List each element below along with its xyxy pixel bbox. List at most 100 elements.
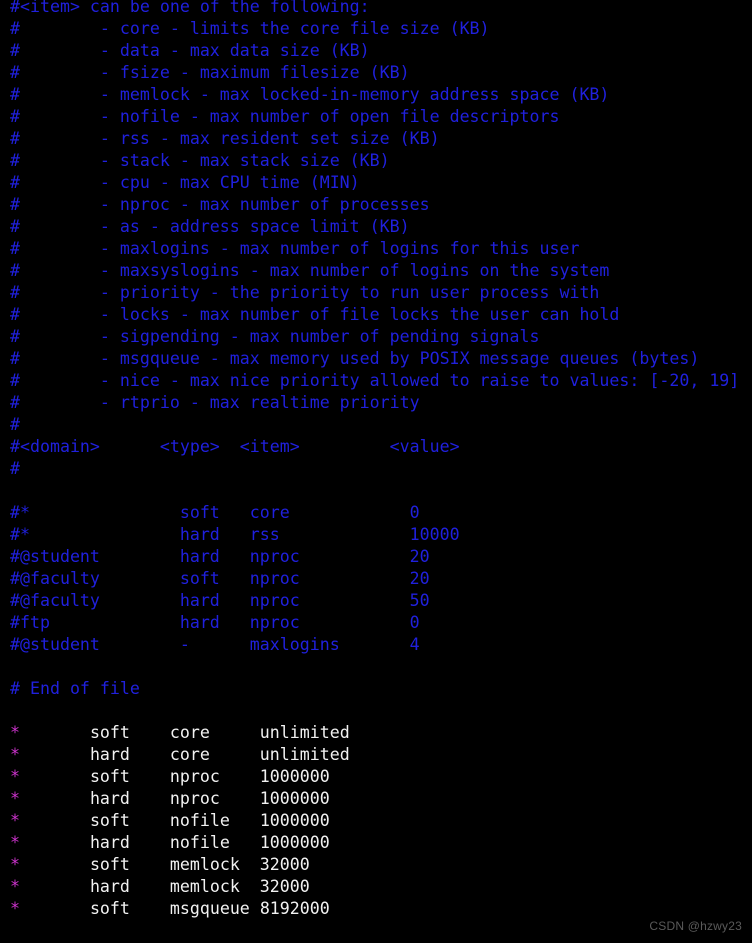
csdn-watermark: CSDN @hzwy23 — [649, 919, 742, 933]
comment-line-5-text: # - nofile - max number of open file des… — [10, 107, 560, 126]
example-rule-4-text: #@faculty hard nproc 50 — [10, 591, 430, 610]
active-rule-row: * soft core unlimited — [0, 722, 752, 744]
rule-value: unlimited — [259, 745, 350, 764]
rule-spacer — [130, 855, 170, 874]
rule-spacer — [250, 899, 260, 918]
rule-domain: * — [10, 833, 20, 852]
comment-line-4: # - memlock - max locked-in-memory addre… — [0, 84, 752, 106]
file-content-area[interactable]: #<item> can be one of the following: # - … — [0, 0, 752, 920]
rule-item: nofile — [169, 833, 230, 852]
rule-item: core — [169, 723, 210, 742]
comment-line-3-text: # - fsize - maximum filesize (KB) — [10, 63, 410, 82]
comment-line-17: # - nice - max nice priority allowed to … — [0, 370, 752, 392]
rule-value: 1000000 — [259, 767, 330, 786]
comment-line-19: # — [0, 414, 752, 436]
rule-domain: * — [10, 899, 20, 918]
rule-item: nproc — [169, 767, 220, 786]
rule-domain: * — [10, 877, 20, 896]
rule-spacer — [20, 745, 90, 764]
rule-value: 32000 — [259, 877, 310, 896]
rule-item: msgqueue — [169, 899, 250, 918]
rule-spacer — [230, 833, 260, 852]
comment-line-18-text: # - rtprio - max realtime priority — [10, 393, 420, 412]
rule-type: hard — [89, 833, 130, 852]
comment-line-8-text: # - cpu - max CPU time (MIN) — [10, 173, 360, 192]
rule-domain: * — [10, 767, 20, 786]
active-rule-row: * hard nproc 1000000 — [0, 788, 752, 810]
comment-line-15-text: # - sigpending - max number of pending s… — [10, 327, 540, 346]
comment-line-1-text: # - core - limits the core file size (KB… — [10, 19, 490, 38]
rule-item: core — [169, 745, 210, 764]
rule-item: memlock — [169, 877, 240, 896]
comment-line-19-text: # — [10, 415, 20, 434]
rule-domain: * — [10, 723, 20, 742]
example-rule-0-text: #* soft core 0 — [10, 503, 420, 522]
rule-spacer — [230, 811, 260, 830]
rule-domain: * — [10, 745, 20, 764]
rule-type: hard — [89, 789, 130, 808]
rule-spacer — [210, 723, 260, 742]
comment-line-9-text: # - nproc - max number of processes — [10, 195, 430, 214]
rule-spacer — [20, 789, 90, 808]
rule-item: nproc — [169, 789, 220, 808]
example-rule-5: #ftp hard nproc 0 — [0, 612, 752, 634]
example-rule-6-text: #@student - maxlogins 4 — [10, 635, 420, 654]
comment-line-16: # - msgqueue - max memory used by POSIX … — [0, 348, 752, 370]
comment-line-18: # - rtprio - max realtime priority — [0, 392, 752, 414]
rule-value: 1000000 — [259, 811, 330, 830]
rule-value: 1000000 — [259, 833, 330, 852]
rule-value: 32000 — [259, 855, 310, 874]
example-rule-3: #@faculty soft nproc 20 — [0, 568, 752, 590]
comment-line-12: # - maxsyslogins - max number of logins … — [0, 260, 752, 282]
active-rule-row: * soft msgqueue 8192000 — [0, 898, 752, 920]
example-rule-1: #* hard rss 10000 — [0, 524, 752, 546]
comment-line-6-text: # - rss - max resident set size (KB) — [10, 129, 440, 148]
comment-line-7: # - stack - max stack size (KB) — [0, 150, 752, 172]
active-rule-row: * hard nofile 1000000 — [0, 832, 752, 854]
rule-domain: * — [10, 855, 20, 874]
rule-spacer — [210, 745, 260, 764]
comment-line-5: # - nofile - max number of open file des… — [0, 106, 752, 128]
comment-line-14: # - locks - max number of file locks the… — [0, 304, 752, 326]
rule-spacer — [130, 745, 170, 764]
rule-value: 8192000 — [259, 899, 330, 918]
rule-spacer — [130, 767, 170, 786]
comment-line-0-text: #<item> can be one of the following: — [10, 0, 370, 16]
rule-type: soft — [89, 723, 130, 742]
rule-spacer — [130, 899, 170, 918]
example-rule-0: #* soft core 0 — [0, 502, 752, 524]
example-rule-6: #@student - maxlogins 4 — [0, 634, 752, 656]
comment-line-2: # - data - max data size (KB) — [0, 40, 752, 62]
rule-spacer — [20, 899, 90, 918]
example-rule-3-text: #@faculty soft nproc 20 — [10, 569, 430, 588]
rule-type: soft — [89, 899, 130, 918]
rule-spacer — [130, 789, 170, 808]
rule-domain: * — [10, 811, 20, 830]
example-rule-1-text: #* hard rss 10000 — [10, 525, 460, 544]
comment-line-11-text: # - maxlogins - max number of logins for… — [10, 239, 580, 258]
rule-type: soft — [89, 811, 130, 830]
example-rule-5-text: #ftp hard nproc 0 — [10, 613, 420, 632]
comment-line-3: # - fsize - maximum filesize (KB) — [0, 62, 752, 84]
rule-type: hard — [89, 877, 130, 896]
rule-spacer — [130, 877, 170, 896]
comment-line-12-text: # - maxsyslogins - max number of logins … — [10, 261, 610, 280]
comment-line-14-text: # - locks - max number of file locks the… — [10, 305, 620, 324]
column-header-comment-text: #<domain> <type> <item> <value> — [10, 437, 460, 456]
rule-type: hard — [89, 745, 130, 764]
rule-type: soft — [89, 855, 130, 874]
comment-line-0: #<item> can be one of the following: — [0, 0, 752, 18]
rule-value: 1000000 — [259, 789, 330, 808]
rule-spacer — [20, 833, 90, 852]
rule-spacer — [220, 767, 260, 786]
rule-spacer — [220, 789, 260, 808]
rule-spacer — [130, 833, 170, 852]
rule-item: memlock — [169, 855, 240, 874]
end-of-file-comment-text: # End of file — [10, 679, 140, 698]
comment-line-17-text: # - nice - max nice priority allowed to … — [10, 371, 740, 390]
comment-line-4-text: # - memlock - max locked-in-memory addre… — [10, 85, 610, 104]
comment-line-9: # - nproc - max number of processes — [0, 194, 752, 216]
active-rule-row: * soft nproc 1000000 — [0, 766, 752, 788]
